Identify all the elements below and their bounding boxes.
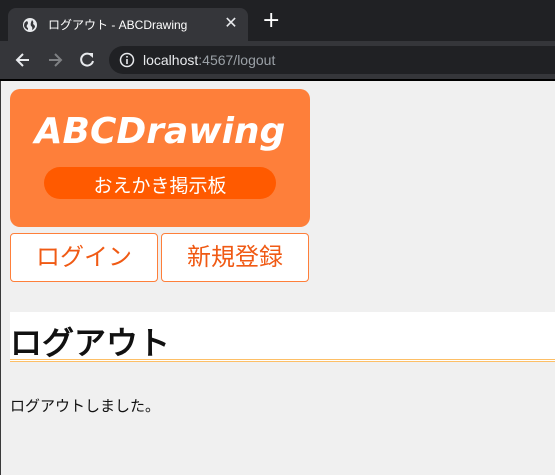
page-title-band: ログアウト: [10, 312, 555, 362]
url-path: :4567/logout: [198, 52, 276, 68]
logout-message: ログアウトしました。: [10, 397, 161, 415]
browser-tab[interactable]: ログアウト - ABCDrawing ✕: [8, 8, 248, 41]
register-button[interactable]: 新規登録: [161, 233, 309, 282]
tab-title: ログアウト - ABCDrawing: [48, 18, 188, 32]
site-logo[interactable]: ABCDrawing おえかき掲示板: [10, 89, 310, 227]
logo-title: ABCDrawing: [34, 111, 286, 152]
page-title: ログアウト: [10, 324, 171, 362]
address-bar[interactable]: localhost:4567/logout: [109, 46, 555, 74]
login-button[interactable]: ログイン: [10, 233, 158, 282]
close-icon[interactable]: ✕: [222, 14, 240, 32]
reload-icon[interactable]: [77, 50, 97, 70]
back-arrow-icon[interactable]: [13, 50, 33, 70]
logo-subtitle: おえかき掲示板: [93, 175, 227, 197]
logo-subtitle-pill: おえかき掲示板: [44, 167, 276, 199]
url-text[interactable]: localhost:4567/logout: [143, 52, 275, 68]
info-icon[interactable]: [119, 52, 135, 68]
new-tab-button[interactable]: +: [262, 10, 280, 32]
globe-icon: [23, 18, 37, 32]
url-host: localhost: [143, 52, 199, 68]
forward-arrow-icon[interactable]: [45, 50, 65, 70]
browser-toolbar: localhost:4567/logout: [0, 41, 555, 79]
browser-tab-bar: ログアウト - ABCDrawing ✕ +: [0, 0, 555, 41]
page-content: ABCDrawing おえかき掲示板 ログイン 新規登録 ログアウト ログアウト…: [0, 81, 555, 475]
